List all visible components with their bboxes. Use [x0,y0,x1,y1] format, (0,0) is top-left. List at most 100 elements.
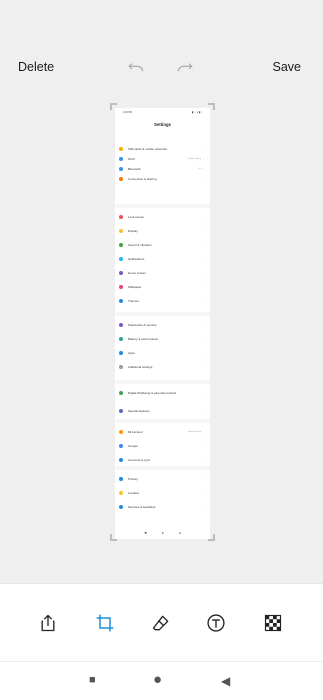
settings-row: Location › [119,489,204,497]
settings-row-value: Gurpreet Sha [187,431,201,433]
recent-apps-button[interactable]: ■ [89,674,96,686]
settings-row-icon [119,257,123,261]
settings-row-label: SIM cards & mobile networks [128,147,167,151]
settings-row: Battery & performance › [119,335,204,343]
chevron-right-icon: › [203,444,204,448]
redo-icon[interactable] [176,58,194,76]
settings-row: Sound & vibration › [119,241,204,249]
settings-row-icon [119,430,123,434]
crop-icon[interactable] [94,612,116,634]
settings-row-label: Apps [128,351,135,355]
preview-nav-square: ■ [144,531,147,535]
settings-row: Digital Wellbeing & parental controls › [119,389,204,397]
share-icon[interactable] [37,612,59,634]
settings-row-icon [119,323,123,327]
mosaic-icon[interactable] [262,612,284,634]
settings-row-icon [119,477,123,481]
chevron-right-icon: › [203,157,204,161]
settings-row-icon [119,351,123,355]
settings-row: Themes › [119,297,204,305]
settings-row-label: Privacy [128,477,138,481]
settings-row-icon [119,409,123,413]
settings-row-label: Lock screen [128,215,145,219]
chevron-right-icon: › [203,285,204,289]
settings-row-label: Special features [128,409,150,413]
settings-row-icon [119,215,123,219]
settings-row-icon [119,458,123,462]
chevron-right-icon: › [203,299,204,303]
settings-row-label: Battery & performance [128,337,159,341]
settings-row-icon [119,271,123,275]
settings-row: SIM cards & mobile networks › [119,145,204,153]
chevron-right-icon: › [203,323,204,327]
settings-row-icon [119,491,123,495]
settings-row: Wallpaper › [119,283,204,291]
settings-row-label: Mi Account [128,430,143,434]
chevron-right-icon: › [203,477,204,481]
edit-toolbar [0,583,323,661]
group-divider [115,204,210,208]
editor-canvas: Delete Save 4:26 PM ◧ ◔ ▾ ▮ ▯ Settings S… [0,0,323,583]
chevron-right-icon: › [203,409,204,413]
settings-row: Mi Account Gurpreet Sha › [119,428,204,436]
settings-row: Services & feedback › [119,503,204,511]
home-button[interactable]: ● [153,671,162,688]
settings-row-label: Sound & vibration [128,243,152,247]
settings-row-label: Passwords & security [128,323,157,327]
chevron-right-icon: › [203,177,204,181]
preview-status-bar: 4:26 PM ◧ ◔ ▾ ▮ ▯ [123,111,202,117]
chevron-right-icon: › [203,271,204,275]
settings-row: Google › [119,442,204,450]
back-button[interactable]: ◀ [221,674,230,688]
chevron-right-icon: › [203,229,204,233]
settings-row-value: On [198,168,201,170]
settings-row-label: Services & feedback [128,505,156,509]
group-divider [115,312,210,316]
settings-row: Display › [119,227,204,235]
chevron-right-icon: › [203,430,204,434]
settings-row-icon [119,285,123,289]
settings-row-icon [119,177,123,181]
settings-row: Bluetooth On › [119,165,204,173]
preview-settings-title: Settings [154,122,171,127]
eraser-icon[interactable] [150,612,172,634]
undo-icon[interactable] [127,58,145,76]
settings-row: Connection & sharing › [119,175,204,183]
chevron-right-icon: › [203,505,204,509]
chevron-right-icon: › [203,365,204,369]
save-button[interactable]: Save [273,60,302,74]
settings-row-icon [119,243,123,247]
settings-row-icon [119,444,123,448]
settings-row: Apps › [119,349,204,357]
delete-button[interactable]: Delete [18,60,54,74]
settings-row-icon [119,157,123,161]
chevron-right-icon: › [203,215,204,219]
settings-row: Privacy › [119,475,204,483]
settings-row-label: Bluetooth [128,167,141,171]
settings-row: Passwords & security › [119,321,204,329]
settings-row-label: Google [128,444,138,448]
settings-row-label: Wi-Fi [128,157,135,161]
preview-nav-back: ◂ [178,531,181,535]
settings-row: Special features › [119,407,204,415]
screenshot-preview: 4:26 PM ◧ ◔ ▾ ▮ ▯ Settings SIM cards & m… [115,108,210,539]
settings-row-icon [119,229,123,233]
preview-nav-bar: ■ ● ◂ [115,531,210,535]
settings-row-icon [119,365,123,369]
text-icon[interactable] [205,612,227,634]
chevron-right-icon: › [203,167,204,171]
chevron-right-icon: › [203,257,204,261]
settings-row-icon [119,147,123,151]
settings-row: Notifications › [119,255,204,263]
settings-row-label: Digital Wellbeing & parental controls [128,391,177,395]
chevron-right-icon: › [203,491,204,495]
settings-row-label: Accounts & sync [128,458,151,462]
settings-row: Wi-Fi Project_Sling › [119,155,204,163]
chevron-right-icon: › [203,391,204,395]
settings-row-label: Location [128,491,140,495]
settings-row-label: Connection & sharing [128,177,157,181]
settings-row-label: Wallpaper [128,285,142,289]
settings-row: Accounts & sync › [119,456,204,464]
system-navigation-bar: ■ ● ◀ [0,661,323,700]
settings-row-label: Themes [128,299,139,303]
